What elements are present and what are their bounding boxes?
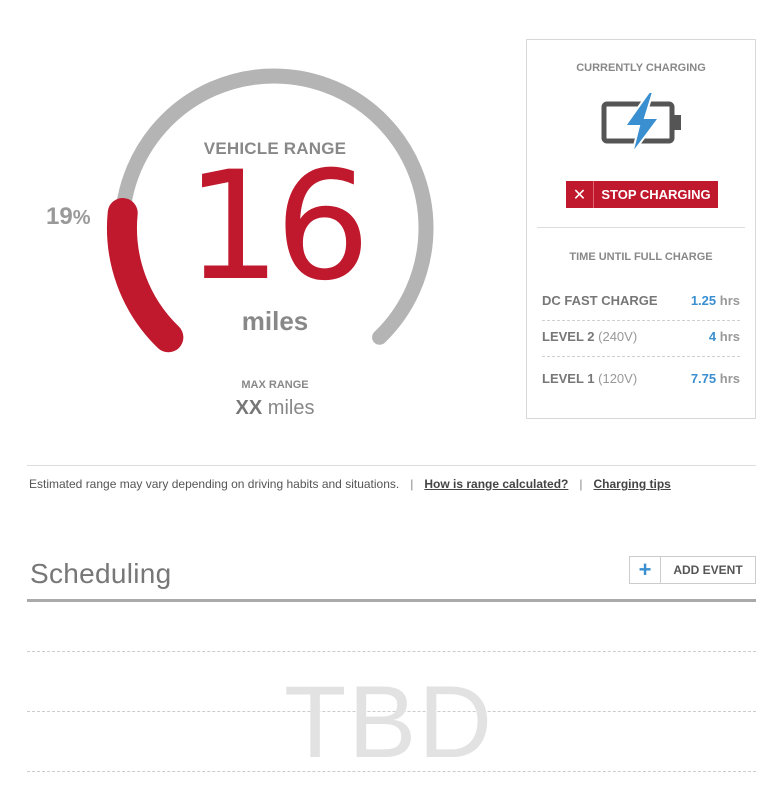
max-range-value: XX miles	[235, 397, 315, 419]
how-range-calculated-link[interactable]: How is range calculated?	[424, 477, 568, 491]
charging-tips-link[interactable]: Charging tips	[594, 477, 671, 491]
charge-percent: 19%	[46, 203, 91, 230]
rate-time: 4 hrs	[708, 329, 740, 344]
rate-row-dc-fast: DC FAST CHARGE 1.25 hrs	[542, 281, 740, 321]
stop-charging-label: STOP CHARGING	[601, 187, 711, 202]
charging-panel: CURRENTLY CHARGING ✕ STOP CHARGING TIME …	[526, 39, 756, 419]
rate-row-level-2: LEVEL 2 (240V) 4 hrs	[542, 317, 740, 357]
range-note-text: Estimated range may vary depending on dr…	[29, 477, 400, 491]
rate-name: LEVEL 1 (120V)	[542, 370, 638, 386]
rate-time: 1.25 hrs	[690, 293, 740, 308]
vehicle-range-unit: miles	[241, 306, 309, 336]
charging-status-title: CURRENTLY CHARGING	[576, 62, 706, 74]
rate-name: DC FAST CHARGE	[542, 293, 658, 308]
note-divider	[27, 465, 756, 466]
rate-name: LEVEL 2 (240V)	[542, 329, 638, 344]
rate-time: 7.75 hrs	[690, 370, 740, 386]
vehicle-range-value: 16	[185, 140, 371, 314]
plus-icon: +	[630, 557, 661, 583]
range-note: Estimated range may vary depending on dr…	[29, 477, 671, 491]
time-until-full-title: TIME UNTIL FULL CHARGE	[569, 251, 713, 263]
add-event-label: ADD EVENT	[673, 563, 743, 577]
schedule-row-line	[27, 651, 756, 652]
panel-divider	[537, 227, 745, 228]
separator: |	[410, 477, 414, 491]
close-icon: ✕	[566, 181, 594, 208]
schedule-placeholder: TBD	[284, 665, 494, 779]
add-event-button[interactable]: + ADD EVENT	[629, 556, 756, 584]
scheduling-rule	[27, 599, 756, 602]
max-range-label: MAX RANGE	[241, 379, 309, 391]
scheduling-title: Scheduling	[30, 558, 172, 589]
rate-row-level-1: LEVEL 1 (120V) 7.75 hrs	[542, 358, 740, 398]
stop-charging-button[interactable]: ✕ STOP CHARGING	[566, 181, 718, 208]
battery-charging-icon	[601, 91, 681, 155]
separator: |	[579, 477, 583, 491]
